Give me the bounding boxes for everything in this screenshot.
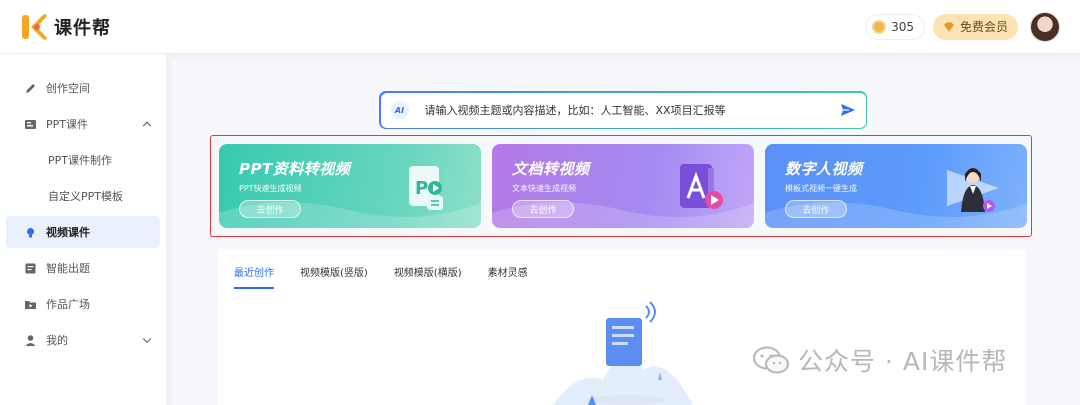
folder-icon [25, 300, 36, 309]
sidebar: 创作空间 PPT课件 PPT课件制作 自定义PPT模板 视频课件 智能出题 作品… [0, 54, 166, 405]
ppt-icon [25, 119, 36, 129]
tab-video-template-horizontal[interactable]: 视频模版(横版) [394, 264, 462, 289]
ppt-file-icon: P [409, 166, 443, 210]
sidebar-item-label: 自定义PPT模板 [48, 190, 123, 203]
pen-icon [26, 83, 35, 93]
sidebar-item-mine[interactable]: 我的 [6, 324, 160, 356]
digital-human-icon [947, 168, 999, 212]
main-content: AI 请输入视频主题或内容描述，比如：人工智能、XX项目汇报等 PPT资料转视频… [172, 60, 1080, 405]
sidebar-item-label: 视频课件 [46, 226, 90, 239]
diamond-icon [943, 22, 954, 31]
watermark: 公众号 · AI课件帮 [752, 342, 1007, 378]
card-ppt-to-video[interactable]: PPT资料转视频 PPT快速生成视频 去创作 P [219, 144, 481, 228]
sidebar-item-label: 智能出题 [46, 262, 90, 275]
sidebar-item-ppt[interactable]: PPT课件 [6, 108, 160, 140]
card-digital-human[interactable]: 数字人视频 模板式视频一键生成 去创作 [765, 144, 1027, 228]
watermark-text: 公众号 · AI课件帮 [798, 347, 1008, 376]
top-bar: 课件帮 305 免费会员 [0, 0, 1080, 54]
avatar[interactable] [1030, 11, 1060, 42]
chevron-down-icon [142, 334, 152, 344]
svg-text:P: P [415, 178, 428, 199]
coin-icon [872, 19, 887, 34]
ai-icon: AI [390, 101, 409, 119]
search-input[interactable]: 请输入视频主题或内容描述，比如：人工智能、XX项目汇报等 [425, 102, 840, 118]
sidebar-item-label: PPT课件制作 [48, 154, 112, 167]
sidebar-item-workspace[interactable]: 创作空间 [6, 72, 160, 104]
sidebar-item-ppt-make[interactable]: PPT课件制作 [6, 144, 160, 176]
search-box[interactable]: AI 请输入视频主题或内容描述，比如：人工智能、XX项目汇报等 [379, 91, 867, 129]
logo-icon [22, 13, 47, 40]
sidebar-item-label: PPT课件 [46, 118, 88, 131]
app-logo[interactable]: 课件帮 [20, 12, 111, 42]
card-doc-to-video[interactable]: 文档转视频 文本快速生成视频 去创作 [492, 144, 754, 228]
sidebar-item-quiz[interactable]: 智能出题 [6, 252, 160, 284]
user-icon [25, 334, 36, 346]
empty-state-illustration [553, 301, 693, 405]
vip-button[interactable]: 免费会员 [932, 13, 1018, 40]
sidebar-item-gallery[interactable]: 作品广场 [6, 288, 160, 320]
tab-video-template-vertical[interactable]: 视频模版(竖版) [300, 264, 368, 289]
sidebar-item-label: 作品广场 [46, 298, 90, 311]
sidebar-item-label: 我的 [46, 334, 68, 347]
send-icon[interactable] [840, 102, 856, 118]
sidebar-item-ppt-template[interactable]: 自定义PPT模板 [6, 180, 160, 212]
sidebar-item-label: 创作空间 [46, 82, 90, 95]
coin-count: 305 [891, 19, 914, 34]
wechat-icon [752, 346, 790, 374]
document-icon [680, 164, 723, 209]
recent-panel: 最近创作 视频模版(竖版) 视频模版(横版) 素材灵感 [218, 250, 1026, 405]
coin-balance[interactable]: 305 [865, 13, 925, 40]
vip-label: 免费会员 [959, 20, 1008, 34]
tab-inspiration[interactable]: 素材灵感 [488, 264, 528, 289]
tab-bar: 最近创作 视频模版(竖版) 视频模版(横版) 素材灵感 [218, 250, 1026, 289]
quiz-icon [25, 263, 36, 273]
logo-text: 课件帮 [54, 17, 111, 39]
tab-recent[interactable]: 最近创作 [234, 264, 274, 289]
sidebar-item-video[interactable]: 视频课件 [6, 216, 160, 248]
video-bulb-icon [27, 227, 34, 237]
chevron-up-icon [142, 121, 152, 131]
